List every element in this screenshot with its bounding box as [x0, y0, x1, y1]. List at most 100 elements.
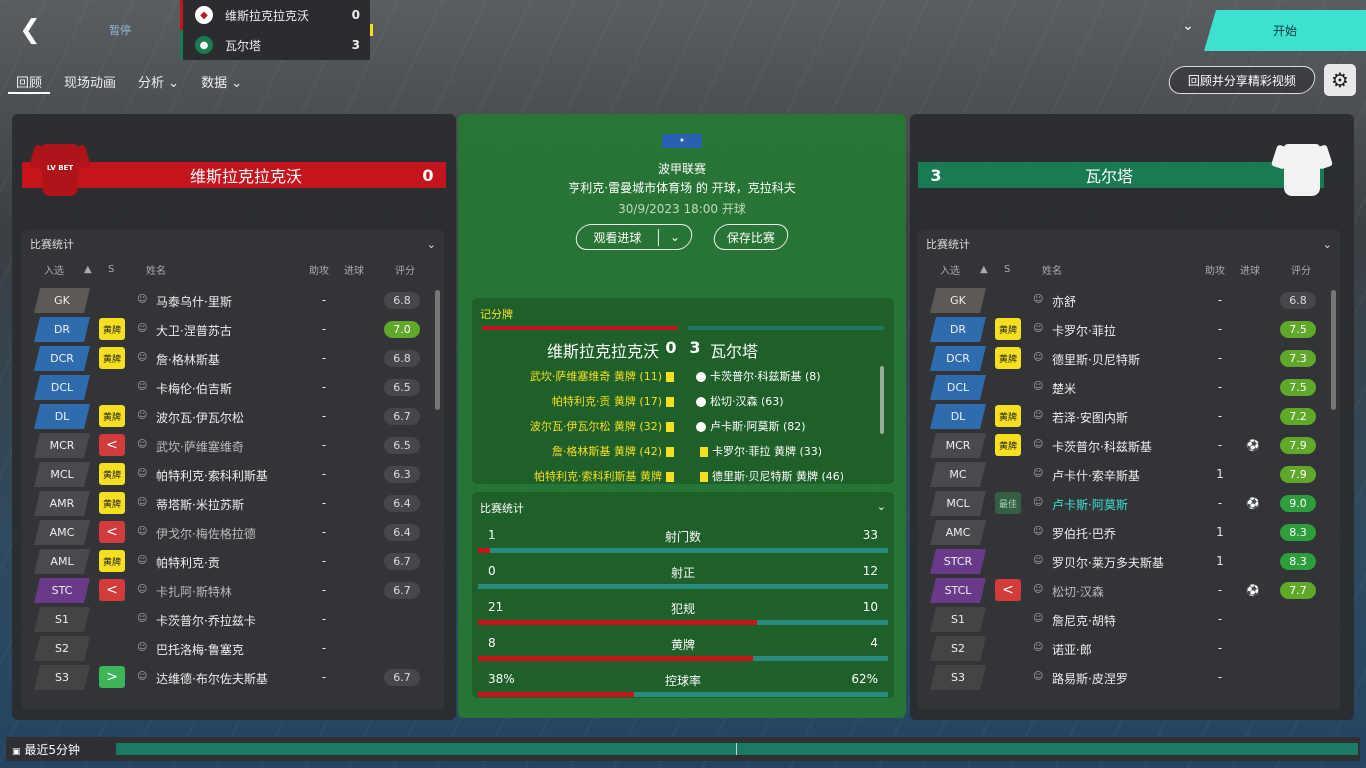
player-name[interactable]: 武坎·萨维塞维奇	[156, 438, 244, 455]
chevron-down-icon[interactable]: ⌄	[427, 238, 436, 251]
col-selection[interactable]: 入选	[44, 262, 64, 277]
player-name[interactable]: 卡梅伦·伯吉斯	[156, 380, 232, 397]
player-name[interactable]: 楚米	[1052, 380, 1076, 397]
person-icon: ☺	[1033, 294, 1044, 305]
player-row[interactable]: DL 黄牌 ☺ 波尔瓦·伊瓦尔松 - 6.7	[22, 402, 426, 431]
tab-data[interactable]: 数据 ⌄	[193, 68, 250, 94]
gear-icon[interactable]: ⚙	[1324, 64, 1356, 96]
player-name[interactable]: 若泽·安图内斯	[1052, 409, 1128, 426]
player-name[interactable]: 卡茨普尔·科兹斯基	[1052, 438, 1152, 455]
player-row[interactable]: S3 > ☺ 达维德·布尔佐夫斯基 - 6.7	[22, 663, 426, 692]
event-text: 波尔瓦·伊瓦尔松 黄牌 (32)	[529, 420, 662, 433]
player-row[interactable]: S1 ☺ 卡茨普尔·乔拉兹卡 -	[22, 605, 426, 634]
player-row[interactable]: MC ☺ 卢卡什·索辛斯基 1 7.9	[918, 460, 1322, 489]
col-name[interactable]: 姓名	[1042, 262, 1062, 277]
player-row[interactable]: AMC ☺ 罗伯托·巴乔 1 8.3	[918, 518, 1322, 547]
save-match-button[interactable]: 保存比赛	[711, 224, 791, 250]
col-goal[interactable]: 进球	[1240, 262, 1260, 277]
chevron-down-icon[interactable]: ⌄	[1323, 238, 1332, 251]
player-row[interactable]: STCR ☺ 罗贝尔·莱万多夫斯基 1 8.3	[918, 547, 1322, 576]
player-row[interactable]: DCR 黄牌 ☺ 德里斯·贝尼特斯 - 7.3	[918, 344, 1322, 373]
player-name[interactable]: 亦舒	[1052, 293, 1076, 310]
player-name[interactable]: 松切·汉森	[1052, 583, 1104, 600]
tab-review[interactable]: 回顾	[8, 68, 51, 94]
player-row[interactable]: GK ☺ 亦舒 - 6.8	[918, 286, 1322, 315]
events-scrollbar[interactable]	[880, 366, 884, 434]
player-name[interactable]: 巴托洛梅·鲁塞克	[156, 641, 244, 658]
player-row[interactable]: DCR 黄牌 ☺ 詹·格林斯基 - 6.8	[22, 344, 426, 373]
player-row[interactable]: MCL 黄牌 ☺ 帕特利克·索科利斯基 - 6.3	[22, 460, 426, 489]
player-name[interactable]: 伊戈尔·梅佐格拉德	[156, 525, 256, 542]
position-tag: MCL	[930, 491, 986, 516]
player-assists: -	[1217, 293, 1223, 307]
home-scrollbar[interactable]	[435, 290, 440, 410]
player-name[interactable]: 卡扎阿·斯特林	[156, 583, 232, 600]
player-name[interactable]: 罗贝尔·莱万多夫斯基	[1052, 554, 1164, 571]
tab-live-animation[interactable]: 现场动画	[56, 68, 124, 94]
player-row[interactable]: AMR 黄牌 ☺ 蒂塔斯·米拉苏斯 - 6.4	[22, 489, 426, 518]
away-stats-header[interactable]: 比赛统计 ⌄	[918, 230, 1340, 258]
player-row[interactable]: DR 黄牌 ☺ 大卫·涅普苏古 - 7.0	[22, 315, 426, 344]
player-name[interactable]: 詹·格林斯基	[156, 351, 220, 368]
player-row[interactable]: AML 黄牌 ☺ 帕特利克·贡 - 6.7	[22, 547, 426, 576]
player-row[interactable]: STCL < ☺ 松切·汉森 - ⚽ 7.7	[918, 576, 1322, 605]
player-row[interactable]: S1 ☺ 詹尼克·胡特 -	[918, 605, 1322, 634]
home-team-panel: 维斯拉克拉克沃 0 LV BET 比赛统计 ⌄ 入选 ▲ S 姓名 助攻 进球 评…	[12, 114, 456, 720]
col-selection[interactable]: 入选	[940, 262, 960, 277]
player-name[interactable]: 大卫·涅普苏古	[156, 322, 232, 339]
player-row[interactable]: DL 黄牌 ☺ 若泽·安图内斯 - 7.2	[918, 402, 1322, 431]
share-highlights-button[interactable]: 回顾并分享精彩视频	[1166, 66, 1318, 94]
col-assist[interactable]: 助攻	[1205, 262, 1225, 277]
player-row[interactable]: MCL 最佳 ☺ 卢卡斯·阿莫斯 - ⚽ 9.0	[918, 489, 1322, 518]
start-button[interactable]: 开始	[1204, 10, 1366, 51]
player-name[interactable]: 帕特利克·索科利斯基	[156, 467, 268, 484]
col-rating[interactable]: 评分	[395, 262, 415, 277]
player-row[interactable]: DR 黄牌 ☺ 卡罗尔·菲拉 - 7.5	[918, 315, 1322, 344]
player-name[interactable]: 达维德·布尔佐夫斯基	[156, 670, 268, 687]
player-row[interactable]: STC < ☺ 卡扎阿·斯特林 - 6.7	[22, 576, 426, 605]
home-stats-header[interactable]: 比赛统计 ⌄	[22, 230, 444, 258]
player-row[interactable]: GK ☺ 马泰乌什·里斯 - 6.8	[22, 286, 426, 315]
player-name[interactable]: 卡茨普尔·乔拉兹卡	[156, 612, 256, 629]
player-name[interactable]: 罗伯托·巴乔	[1052, 525, 1116, 542]
sort-up-icon[interactable]: ▲	[84, 264, 92, 275]
col-rating[interactable]: 评分	[1291, 262, 1311, 277]
player-name[interactable]: 诺亚·郎	[1052, 641, 1092, 658]
col-assist[interactable]: 助攻	[309, 262, 329, 277]
player-row[interactable]: S2 ☺ 巴托洛梅·鲁塞克 -	[22, 634, 426, 663]
player-row[interactable]: S3 ☺ 路易斯·皮涅罗 -	[918, 663, 1322, 692]
player-row[interactable]: MCR < ☺ 武坎·萨维塞维奇 - 6.5	[22, 431, 426, 460]
player-name[interactable]: 卢卡什·索辛斯基	[1052, 467, 1140, 484]
col-s[interactable]: S	[1004, 264, 1010, 275]
chevron-down-icon[interactable]: ⌄	[659, 230, 691, 244]
player-name[interactable]: 德里斯·贝尼特斯	[1052, 351, 1140, 368]
pause-label[interactable]: 暂停	[100, 22, 140, 38]
player-name[interactable]: 蒂塔斯·米拉苏斯	[156, 496, 244, 513]
chevron-down-icon[interactable]: ⌄	[1176, 18, 1200, 42]
col-s[interactable]: S	[108, 264, 114, 275]
away-scrollbar[interactable]	[1331, 290, 1336, 410]
player-row[interactable]: AMC < ☺ 伊戈尔·梅佐格拉德 - 6.4	[22, 518, 426, 547]
player-row[interactable]: MCR 黄牌 ☺ 卡茨普尔·科兹斯基 - ⚽ 7.9	[918, 431, 1322, 460]
col-name[interactable]: 姓名	[146, 262, 166, 277]
sort-up-icon[interactable]: ▲	[980, 264, 988, 275]
watch-goals-button[interactable]: 观看进球 ⌄	[573, 224, 695, 250]
player-name[interactable]: 路易斯·皮涅罗	[1052, 670, 1128, 687]
player-name[interactable]: 詹尼克·胡特	[1052, 612, 1116, 629]
match-stats-header[interactable]: 比赛统计 ⌄	[472, 492, 894, 516]
player-row[interactable]: DCL ☺ 楚米 - 7.5	[918, 373, 1322, 402]
tab-analysis[interactable]: 分析 ⌄	[130, 68, 187, 94]
player-name[interactable]: 波尔瓦·伊瓦尔松	[156, 409, 244, 426]
player-row[interactable]: DCL ☺ 卡梅伦·伯吉斯 - 6.5	[22, 373, 426, 402]
player-name[interactable]: 卡罗尔·菲拉	[1052, 322, 1116, 339]
stat-away-value: 62%	[851, 672, 878, 686]
player-name[interactable]: 帕特利克·贡	[156, 554, 220, 571]
col-goal[interactable]: 进球	[344, 262, 364, 277]
person-icon: ☺	[137, 323, 148, 334]
player-row[interactable]: S2 ☺ 诺亚·郎 -	[918, 634, 1322, 663]
chevron-down-icon[interactable]: ⌄	[877, 500, 886, 516]
player-name[interactable]: 卢卡斯·阿莫斯	[1052, 496, 1128, 513]
player-name[interactable]: 马泰乌什·里斯	[156, 293, 232, 310]
back-button[interactable]: ❮	[14, 14, 46, 46]
stat-row: 8 黄牌 4	[472, 630, 894, 666]
